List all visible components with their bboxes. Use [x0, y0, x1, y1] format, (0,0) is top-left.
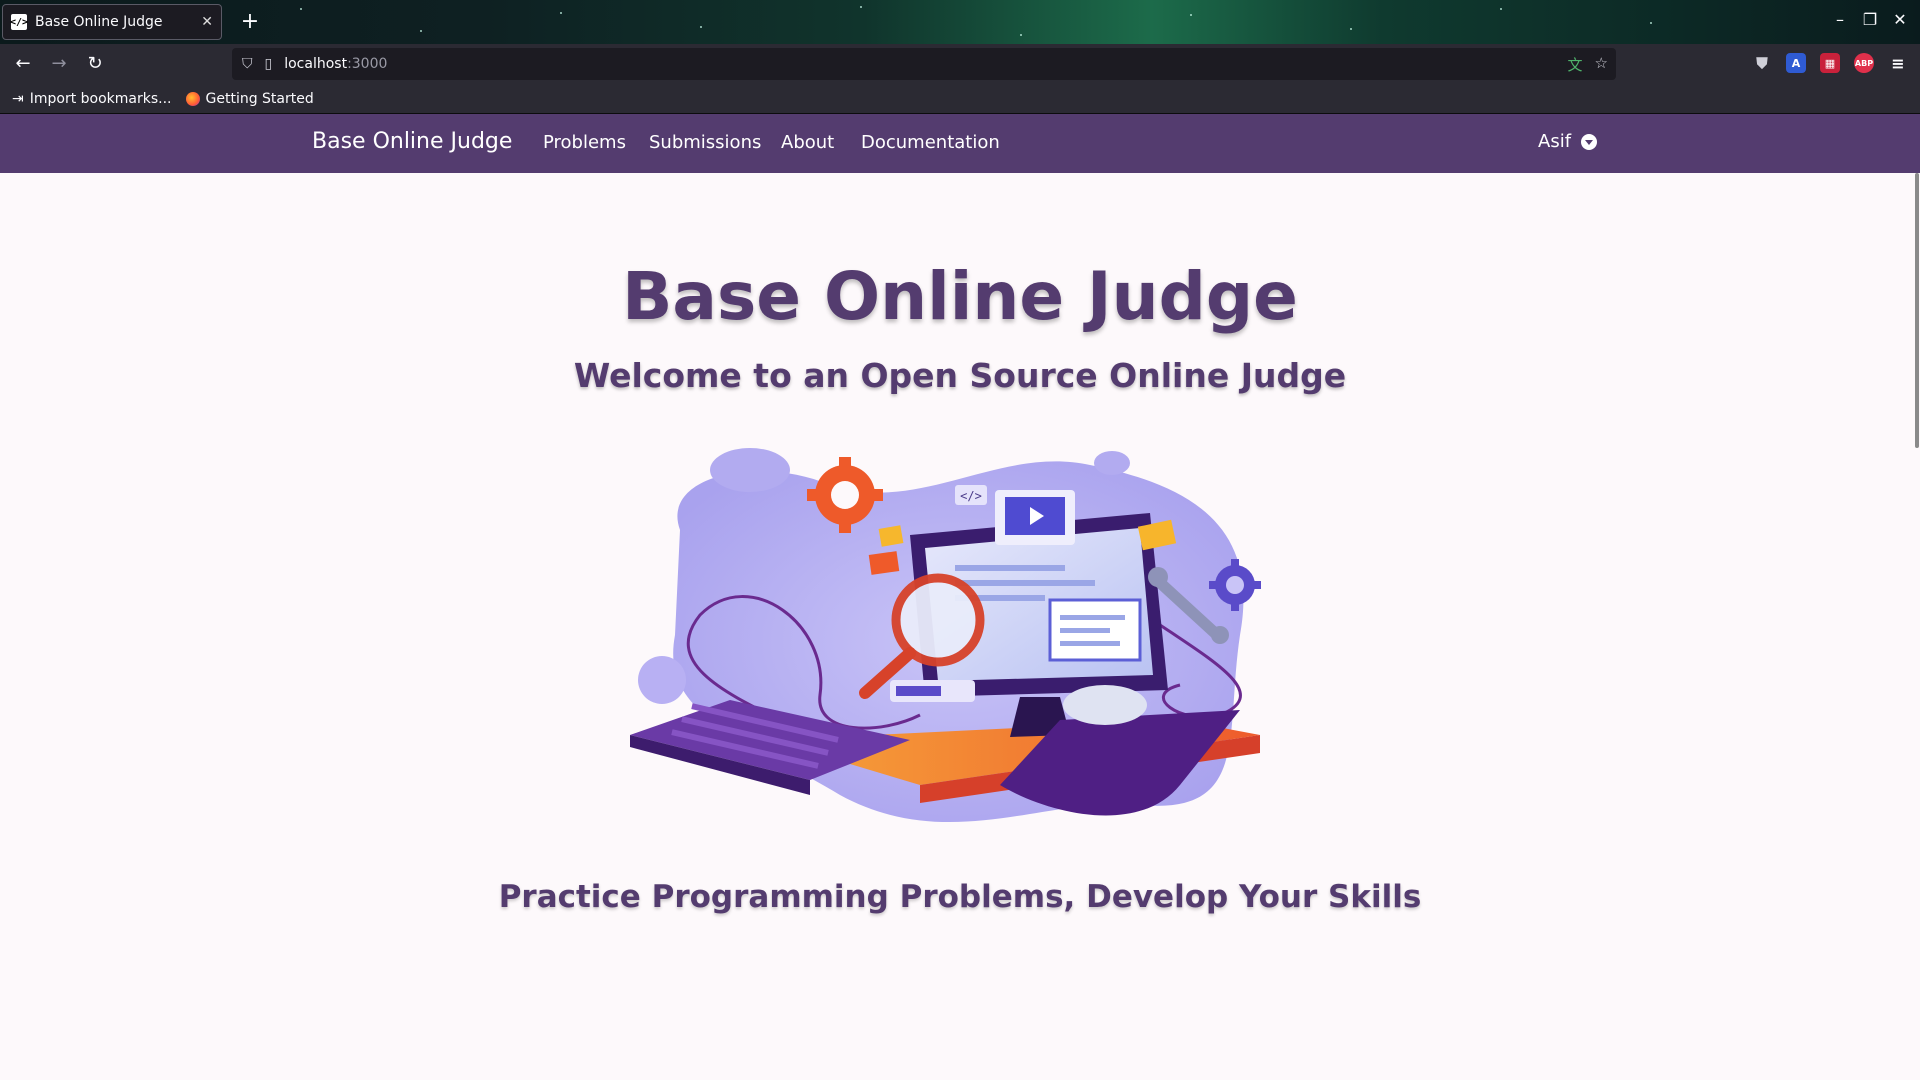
extension-bar: ⛊ A ▦ ABP ≡ [1752, 53, 1908, 73]
wrench-icon [1211, 626, 1229, 644]
coding-illustration: </> [630, 448, 1261, 823]
code-lines [1060, 641, 1120, 646]
translate-ext-icon[interactable]: A [1786, 53, 1806, 73]
code-lines [1060, 628, 1110, 633]
code-icon: </> [10, 14, 28, 30]
close-tab-icon[interactable]: ✕ [201, 14, 213, 30]
tab-title: Base Online Judge [35, 14, 163, 30]
browser-tab[interactable]: </> Base Online Judge ✕ [2, 4, 222, 40]
nav-problems[interactable]: Problems [543, 132, 626, 153]
bookmark-getting-started[interactable]: Getting Started [185, 90, 314, 107]
bookmark-import[interactable]: ⇥ Import bookmarks... [12, 91, 172, 107]
url-host: localhost [284, 56, 348, 72]
translate-icon[interactable]: 文 [1568, 54, 1583, 75]
bookmark-star-icon[interactable]: ☆ [1595, 54, 1608, 75]
background-blob [1094, 451, 1130, 475]
brand-link[interactable]: Base Online Judge [312, 129, 512, 154]
background-blob [710, 448, 790, 492]
background-blob [638, 656, 686, 704]
svg-text:</>: </> [960, 489, 982, 503]
code-lines [955, 580, 1095, 586]
browser-tab-strip: </> Base Online Judge ✕ + – ❐ ✕ [0, 0, 1920, 44]
mouse [1063, 685, 1147, 725]
minimize-icon[interactable]: – [1828, 10, 1852, 29]
url-port: :3000 [347, 56, 388, 72]
code-lines [1060, 615, 1125, 620]
bookmarks-bar: ⇥ Import bookmarks... Getting Started [0, 84, 1920, 114]
browser-toolbar: ← → ↻ ⛉ ▯ localhost:3000 文 ☆ ⛊ A ▦ ABP ≡ [0, 44, 1920, 84]
hero-subtitle: Welcome to an Open Source Online Judge [573, 356, 1347, 395]
site-navbar: Base Online Judge Problems Submissions A… [0, 114, 1920, 173]
new-tab-button[interactable]: + [236, 8, 264, 36]
code-lines [955, 565, 1065, 571]
address-bar[interactable]: ⛉ ▯ localhost:3000 文 ☆ [232, 48, 1616, 80]
bookmark-label: Getting Started [205, 90, 314, 107]
forward-icon[interactable]: → [47, 52, 71, 76]
pocket-icon[interactable]: ⛊ [1752, 53, 1772, 73]
user-name: Asif [1538, 131, 1572, 152]
adblock-icon[interactable]: ABP [1854, 53, 1874, 73]
nav-about[interactable]: About [781, 132, 834, 153]
page-icon: ▯ [264, 56, 273, 72]
nav-submissions[interactable]: Submissions [649, 132, 761, 153]
bookmark-label: Import bookmarks... [29, 90, 172, 107]
sticky-note [868, 551, 900, 575]
user-menu[interactable]: Asif [1538, 131, 1598, 152]
close-window-icon[interactable]: ✕ [1888, 10, 1912, 29]
sticky-note [878, 525, 904, 547]
shield-icon[interactable]: ⛉ [242, 56, 253, 72]
grid-ext-icon[interactable]: ▦ [1820, 53, 1840, 73]
hero-tagline: Practice Programming Problems, Develop Y… [498, 879, 1422, 915]
progress-fill [896, 686, 941, 696]
import-icon: ⇥ [12, 90, 24, 107]
nav-documentation[interactable]: Documentation [861, 132, 1000, 153]
back-icon[interactable]: ← [11, 52, 35, 76]
restore-icon[interactable]: ❐ [1858, 10, 1882, 29]
hero-title: Base Online Judge [622, 258, 1298, 335]
wrench-icon [1148, 567, 1168, 587]
reload-icon[interactable]: ↻ [83, 52, 107, 76]
menu-icon[interactable]: ≡ [1888, 53, 1908, 73]
chevron-down-icon [1581, 133, 1598, 150]
firefox-icon [185, 91, 200, 106]
